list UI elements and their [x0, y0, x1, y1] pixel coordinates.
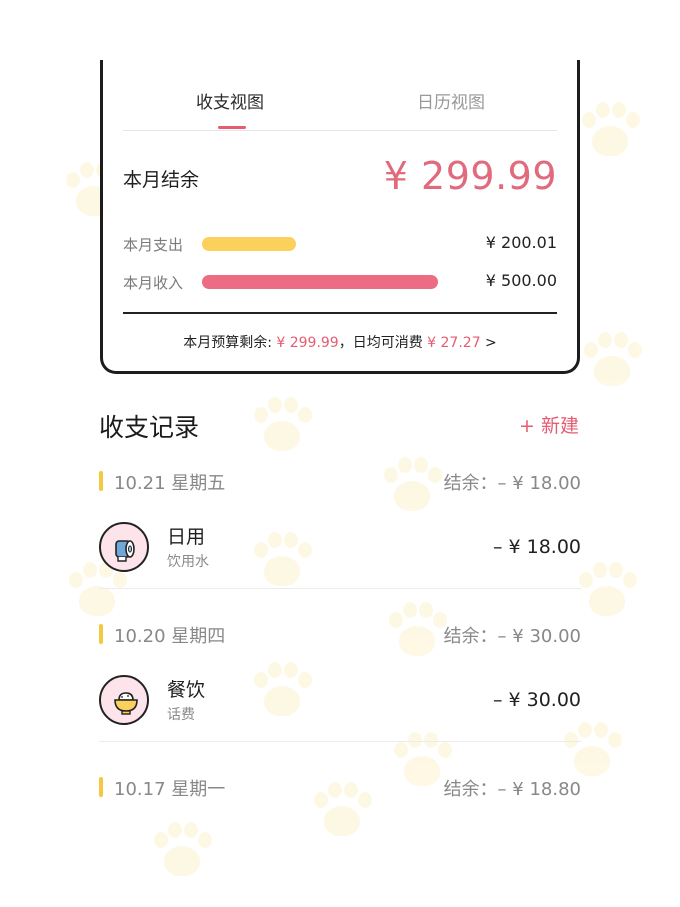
paw-decoration-icon: [575, 560, 639, 624]
date-marker: [99, 471, 103, 491]
records-title: 收支记录: [99, 413, 200, 442]
tab-calendar-view[interactable]: 日历视图: [417, 88, 485, 113]
paw-decoration-icon: [580, 330, 644, 394]
daily-spend-label: ，日均可消费: [338, 335, 428, 351]
monthly-expense-label: 本月支出: [123, 236, 184, 254]
daily-spend-value: ¥ 27.27: [427, 335, 481, 351]
paw-decoration-icon: [150, 820, 214, 884]
income-progress-bar: [202, 275, 438, 289]
monthly-income-row: 本月收入 ¥ 500.00: [123, 270, 557, 294]
day-date: 10.20 星期四: [114, 626, 226, 647]
monthly-summary-card: 收支视图 日历视图 本月结余 ¥ 299.99 本月支出 ¥ 200.01 本月…: [100, 60, 580, 374]
paw-decoration-icon: [578, 100, 642, 164]
record-category: 餐饮: [167, 679, 206, 701]
paw-decoration-icon: [250, 395, 314, 459]
record-note: 话费: [167, 707, 195, 723]
budget-remaining-value: ¥ 299.99: [276, 335, 339, 351]
record-category: 日用: [167, 526, 206, 548]
day-header: 10.21 星期五 结余：– ¥ 18.00: [99, 468, 581, 494]
record-divider: [99, 741, 581, 742]
day-date: 10.17 星期一: [114, 779, 226, 800]
day-balance: 结余：– ¥ 30.00: [443, 626, 581, 647]
tab-income-expense-view[interactable]: 收支视图: [196, 88, 264, 113]
view-tabs: 收支视图 日历视图: [103, 88, 577, 132]
monthly-income-value: ¥ 500.00: [485, 271, 557, 290]
monthly-expense-row: 本月支出 ¥ 200.01: [123, 232, 557, 256]
summary-divider: [123, 312, 557, 314]
day-balance: 结余：– ¥ 18.80: [443, 779, 581, 800]
day-date: 10.21 星期五: [114, 473, 226, 494]
day-header: 10.17 星期一 结余：– ¥ 18.80: [99, 774, 581, 800]
new-record-button[interactable]: + 新建: [519, 411, 579, 438]
record-note: 饮用水: [167, 554, 209, 570]
record-divider: [99, 588, 581, 589]
record-entry[interactable]: 日用 饮用水 – ¥ 18.00: [99, 522, 581, 574]
record-entry[interactable]: 餐饮 话费 – ¥ 30.00: [99, 675, 581, 727]
budget-remaining-label: 本月预算剩余:: [183, 335, 277, 351]
monthly-expense-value: ¥ 200.01: [485, 233, 557, 252]
date-marker: [99, 624, 103, 644]
budget-remaining-link[interactable]: 本月预算剩余: ¥ 299.99，日均可消费 ¥ 27.27 >: [103, 332, 577, 352]
rice-bowl-icon: [99, 675, 149, 725]
page: 收支视图 日历视图 本月结余 ¥ 299.99 本月支出 ¥ 200.01 本月…: [0, 0, 680, 907]
day-balance: 结余：– ¥ 18.00: [443, 473, 581, 494]
record-amount: – ¥ 30.00: [492, 689, 581, 711]
monthly-income-label: 本月收入: [123, 274, 184, 292]
day-header: 10.20 星期四 结余：– ¥ 30.00: [99, 621, 581, 647]
toilet-paper-icon: [99, 522, 149, 572]
monthly-balance-value: ¥ 299.99: [383, 154, 557, 198]
record-amount: – ¥ 18.00: [492, 536, 581, 558]
active-tab-indicator: [218, 126, 246, 129]
chevron-right-icon: >: [480, 335, 497, 351]
date-marker: [99, 777, 103, 797]
tab-divider: [123, 130, 557, 131]
monthly-balance-label: 本月结余: [123, 169, 200, 191]
expense-progress-bar: [202, 237, 296, 251]
